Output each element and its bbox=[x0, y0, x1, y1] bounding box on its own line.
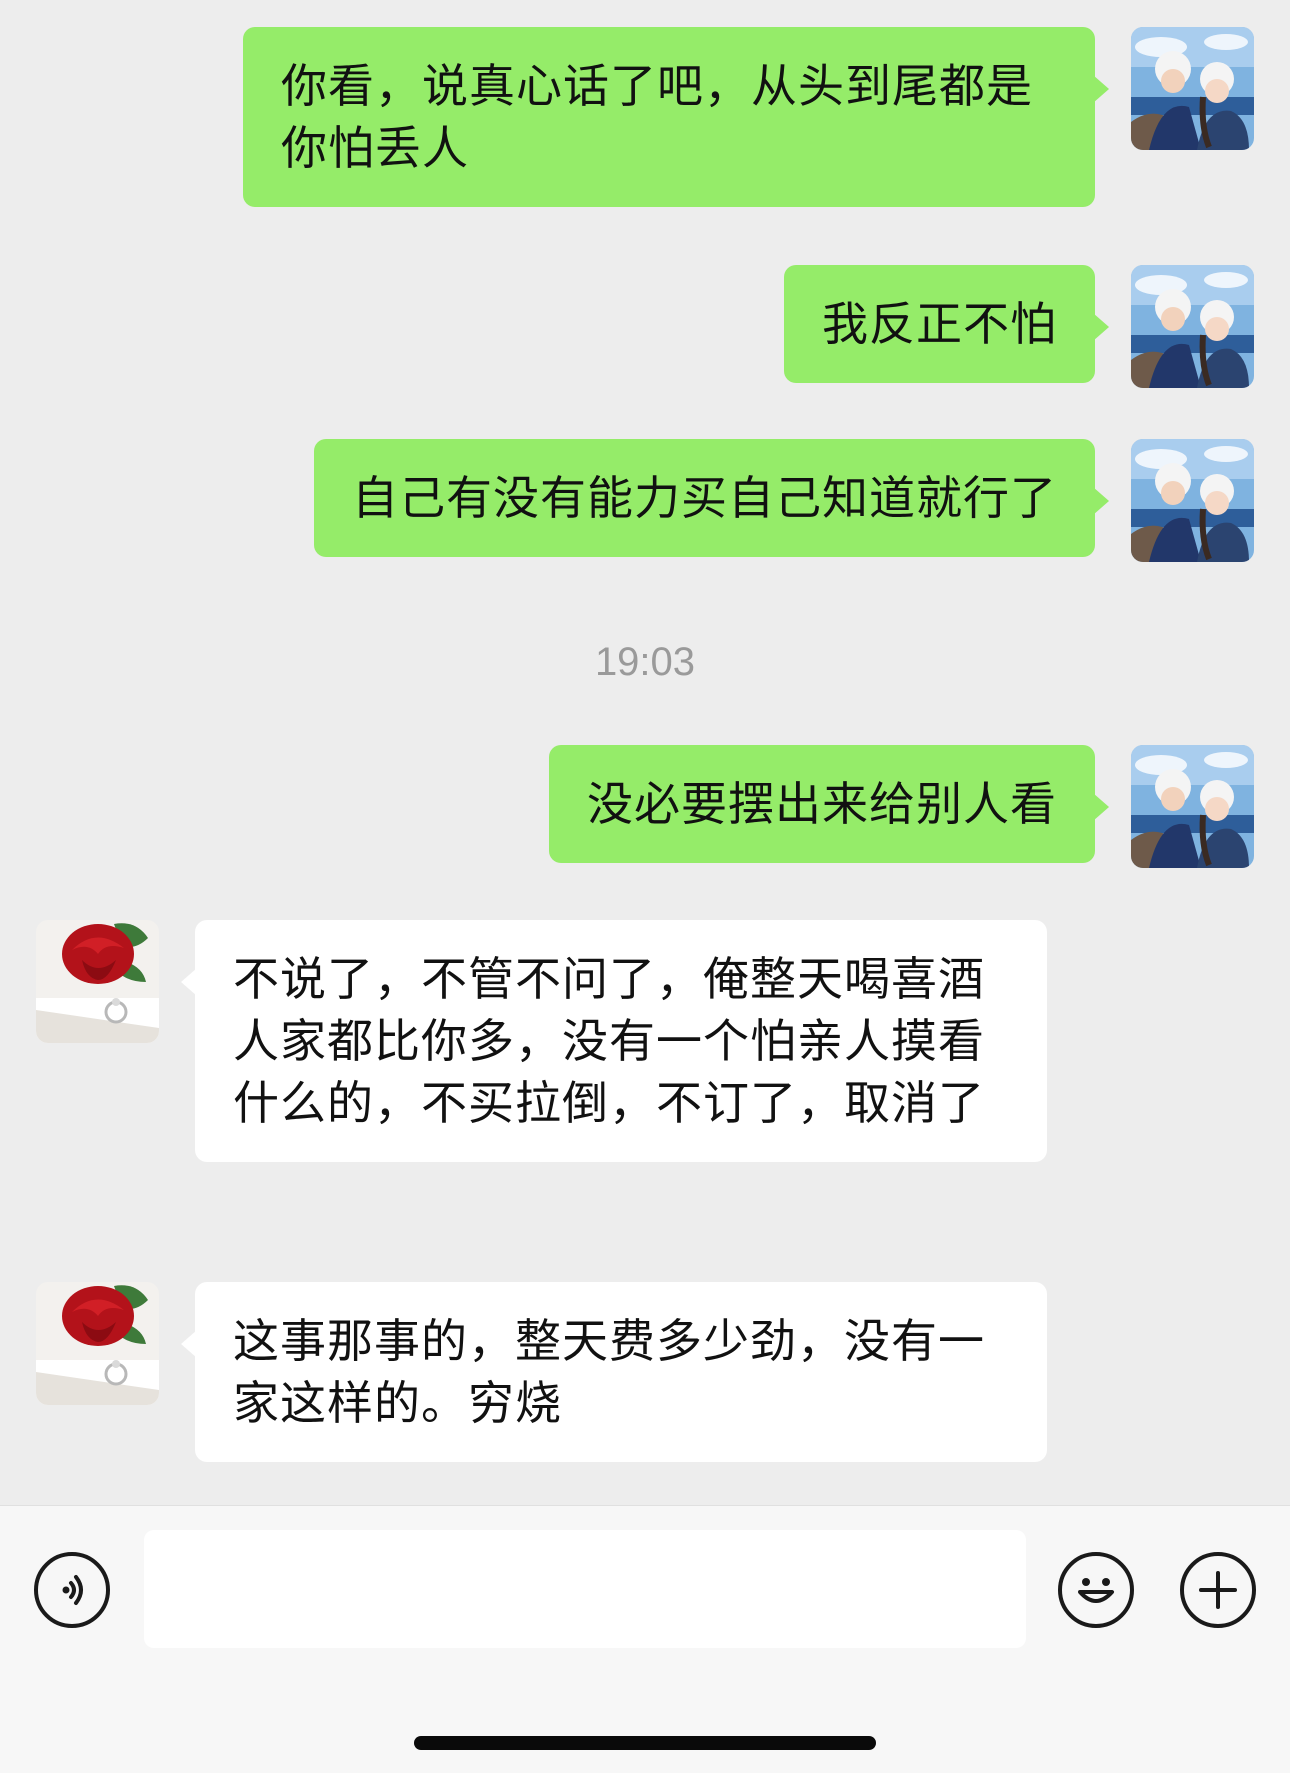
message-input[interactable] bbox=[144, 1530, 1026, 1648]
contact-avatar[interactable] bbox=[36, 920, 159, 1043]
message-bubble-received[interactable]: 这事那事的，整天费多少劲，没有一家这样的。穷烧 bbox=[181, 1282, 1047, 1462]
contact-avatar[interactable] bbox=[36, 1282, 159, 1405]
user-avatar[interactable] bbox=[1131, 27, 1254, 150]
user-avatar[interactable] bbox=[1131, 745, 1254, 868]
home-indicator[interactable] bbox=[414, 1736, 876, 1750]
chat-input-bar bbox=[0, 1505, 1290, 1773]
voice-icon bbox=[62, 1575, 83, 1605]
chat-timestamp: 19:03 bbox=[594, 640, 696, 684]
emoji-button[interactable] bbox=[1058, 1552, 1134, 1628]
message-bubble-sent[interactable]: 没必要摆出来给别人看 bbox=[549, 745, 1109, 863]
message-bubble-sent[interactable]: 自己有没有能力买自己知道就行了 bbox=[314, 439, 1109, 557]
user-avatar[interactable] bbox=[1131, 439, 1254, 562]
message-bubble-received[interactable]: 不说了，不管不问了，俺整天喝喜酒人家都比你多，没有一个怕亲人摸看什么的，不买拉倒… bbox=[181, 920, 1047, 1162]
chat-screen: 你看，说真心话了吧，从头到尾都是你怕丢人 我反正不怕 自己有没有能力买自己知道就… bbox=[0, 0, 1290, 1773]
emoji-icon bbox=[1078, 1578, 1114, 1603]
more-button[interactable] bbox=[1180, 1552, 1256, 1628]
user-avatar[interactable] bbox=[1131, 265, 1254, 388]
voice-button[interactable] bbox=[34, 1552, 110, 1628]
message-bubble-sent[interactable]: 我反正不怕 bbox=[784, 265, 1109, 383]
message-bubble-sent[interactable]: 你看，说真心话了吧，从头到尾都是你怕丢人 bbox=[243, 27, 1109, 207]
plus-icon bbox=[1199, 1571, 1237, 1609]
